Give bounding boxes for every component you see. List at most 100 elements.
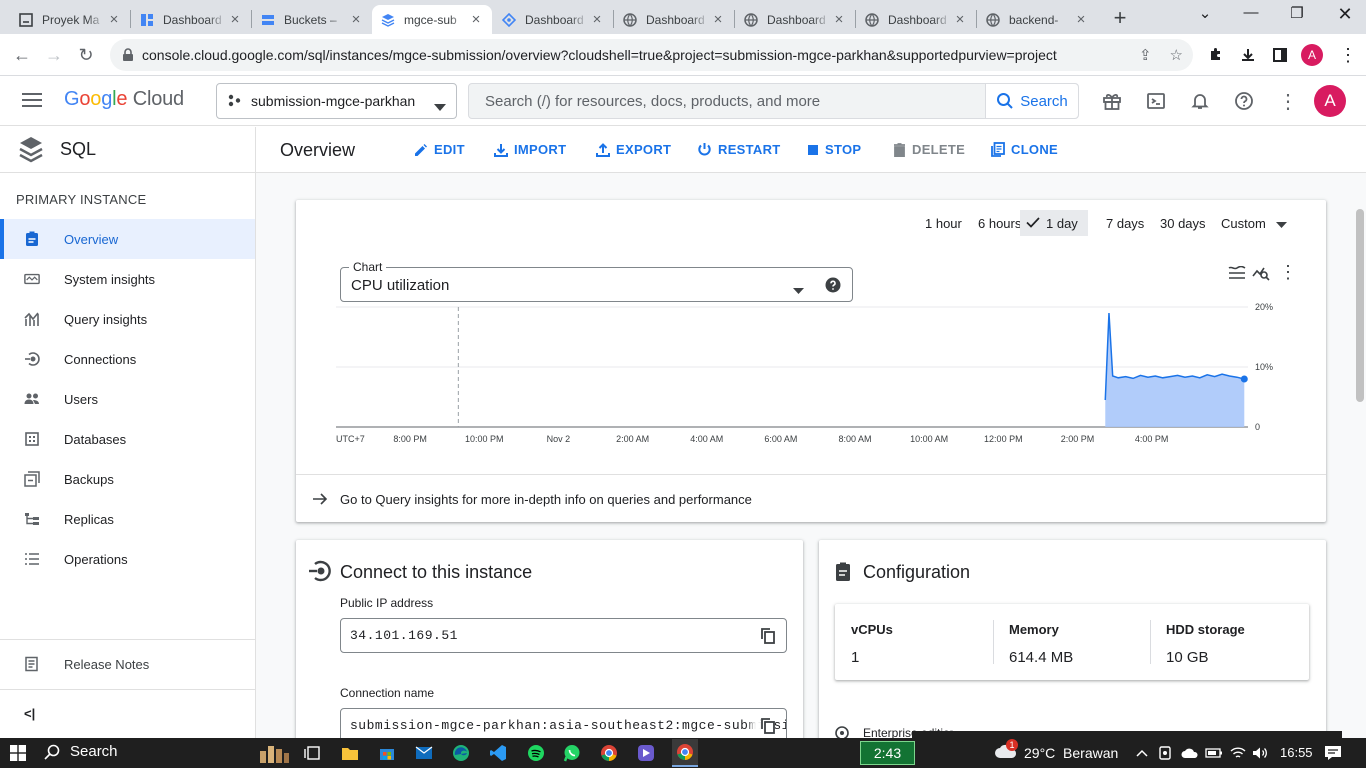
close-tab-icon[interactable]: × bbox=[227, 11, 243, 28]
file-explorer-icon[interactable] bbox=[340, 743, 360, 763]
chart-explore-icon[interactable] bbox=[1252, 265, 1270, 284]
import-button[interactable]: IMPORT bbox=[494, 142, 566, 157]
chrome-active-icon[interactable] bbox=[672, 739, 698, 767]
forward-button[interactable]: → bbox=[42, 43, 66, 67]
time-range-1-hour[interactable]: 1 hour bbox=[919, 210, 968, 236]
new-tab-button[interactable]: + bbox=[1108, 5, 1132, 31]
browser-tab[interactable]: Dashboard × bbox=[856, 5, 976, 34]
bookmark-star-icon[interactable]: ☆ bbox=[1170, 46, 1183, 64]
cloud-shell-icon[interactable] bbox=[1144, 89, 1168, 113]
browser-tab[interactable]: Buckets – × bbox=[252, 5, 372, 34]
whatsapp-icon[interactable] bbox=[562, 743, 582, 763]
chart-selector[interactable]: Chart CPU utilization bbox=[340, 260, 853, 302]
system-clock[interactable]: 16:55 bbox=[1280, 745, 1313, 760]
chevron-up-icon[interactable] bbox=[1132, 743, 1152, 763]
gift-icon[interactable] bbox=[1100, 89, 1124, 113]
ms-store-icon[interactable] bbox=[377, 743, 397, 763]
tab-search-button[interactable]: ⌄ bbox=[1190, 4, 1220, 22]
close-tab-icon[interactable]: × bbox=[831, 11, 847, 28]
edit-button[interactable]: EDIT bbox=[414, 142, 465, 157]
clone-button[interactable]: CLONE bbox=[991, 142, 1058, 157]
wifi-icon[interactable] bbox=[1228, 743, 1248, 763]
extensions-icon[interactable] bbox=[1205, 44, 1227, 66]
profile-avatar[interactable]: A bbox=[1301, 44, 1323, 66]
close-tab-icon[interactable]: × bbox=[106, 11, 122, 28]
onedrive-icon[interactable] bbox=[1180, 743, 1200, 763]
sidebar-item-databases[interactable]: Databases bbox=[0, 419, 255, 459]
chrome-icon[interactable] bbox=[599, 743, 619, 763]
taskbar-search[interactable]: Search bbox=[44, 743, 118, 760]
sidebar-item-system-insights[interactable]: System insights bbox=[0, 259, 255, 299]
browser-tab[interactable]: Dashboard × bbox=[131, 5, 251, 34]
clock-badge[interactable]: 2:43 bbox=[860, 741, 915, 765]
notifications-icon[interactable] bbox=[1188, 89, 1212, 113]
mail-icon[interactable] bbox=[414, 743, 434, 763]
chart-more-icon[interactable]: ⋮ bbox=[1279, 262, 1297, 283]
sidebar-item-replicas[interactable]: Replicas bbox=[0, 499, 255, 539]
account-avatar[interactable]: A bbox=[1314, 85, 1346, 117]
volume-icon[interactable] bbox=[1250, 743, 1270, 763]
browser-tab[interactable]: Dashboard × bbox=[614, 5, 734, 34]
download-icon[interactable] bbox=[1237, 44, 1259, 66]
back-button[interactable]: ← bbox=[10, 43, 34, 67]
collapse-sidebar-button[interactable]: <| bbox=[0, 689, 255, 738]
time-range-custom[interactable]: Custom bbox=[1215, 210, 1293, 236]
notification-center-icon[interactable] bbox=[1323, 743, 1343, 763]
chrome-menu-icon[interactable]: ⋮ bbox=[1337, 44, 1359, 66]
export-button[interactable]: EXPORT bbox=[596, 142, 671, 157]
edge-icon[interactable] bbox=[451, 743, 471, 763]
help-circle-icon[interactable] bbox=[825, 277, 841, 296]
time-range-7-days[interactable]: 7 days bbox=[1100, 210, 1150, 236]
copy-icon[interactable] bbox=[761, 628, 775, 648]
help-icon[interactable] bbox=[1232, 89, 1256, 113]
meet-now-icon[interactable] bbox=[1156, 743, 1176, 763]
google-cloud-logo[interactable]: Google Cloud bbox=[64, 88, 184, 111]
share-icon[interactable]: ⇪ bbox=[1139, 46, 1152, 64]
task-view-icon[interactable] bbox=[302, 743, 322, 763]
sidebar-item-connections[interactable]: Connections bbox=[0, 339, 255, 379]
copy-icon[interactable] bbox=[761, 718, 775, 738]
browser-tab[interactable]: Dashboard × bbox=[735, 5, 855, 34]
close-tab-icon[interactable]: × bbox=[710, 11, 726, 28]
more-vert-icon[interactable]: ⋮ bbox=[1276, 89, 1300, 113]
sidebar-item-overview[interactable]: Overview bbox=[0, 219, 255, 259]
scrollbar[interactable] bbox=[1356, 209, 1364, 402]
sidebar-item-query-insights[interactable]: Query insights bbox=[0, 299, 255, 339]
close-window-button[interactable]: ✕ bbox=[1330, 4, 1360, 25]
public-ip-field[interactable]: 34.101.169.51 bbox=[340, 618, 787, 653]
address-bar[interactable]: console.cloud.google.com/sql/instances/m… bbox=[110, 39, 1193, 71]
search-highlight-icon[interactable] bbox=[258, 743, 290, 763]
sidebar-item-backups[interactable]: Backups bbox=[0, 459, 255, 499]
app-launcher-icon[interactable] bbox=[636, 743, 656, 763]
close-tab-icon[interactable]: × bbox=[348, 11, 364, 28]
search-button[interactable]: Search bbox=[985, 84, 1078, 118]
close-tab-icon[interactable]: × bbox=[589, 11, 605, 28]
maximize-button[interactable]: ❐ bbox=[1282, 4, 1312, 22]
spotify-icon[interactable] bbox=[526, 743, 546, 763]
delete-button[interactable]: DELETE bbox=[893, 142, 965, 157]
side-panel-icon[interactable] bbox=[1269, 44, 1291, 66]
sidebar-item-users[interactable]: Users bbox=[0, 379, 255, 419]
time-range-30-days[interactable]: 30 days bbox=[1154, 210, 1212, 236]
minimize-button[interactable]: — bbox=[1236, 4, 1266, 21]
vscode-icon[interactable] bbox=[488, 743, 508, 763]
close-tab-icon[interactable]: × bbox=[1073, 11, 1089, 28]
project-picker[interactable]: submission-mgce-parkhan bbox=[216, 83, 457, 119]
query-insights-link[interactable]: Go to Query insights for more in-depth i… bbox=[296, 474, 1326, 522]
reload-button[interactable]: ↻ bbox=[74, 43, 98, 67]
browser-tab[interactable]: Proyek Ma × bbox=[10, 5, 130, 34]
close-tab-icon[interactable]: × bbox=[952, 11, 968, 28]
hamburger-menu-icon[interactable] bbox=[22, 92, 42, 111]
browser-tab[interactable]: backend- × bbox=[977, 5, 1097, 34]
stop-button[interactable]: STOP bbox=[807, 142, 861, 157]
sidebar-item-operations[interactable]: Operations bbox=[0, 539, 255, 579]
windows-start-icon[interactable] bbox=[8, 743, 28, 763]
release-notes-link[interactable]: Release Notes bbox=[0, 639, 255, 688]
weather-widget[interactable]: 1 29°C Berawan bbox=[994, 739, 1118, 762]
browser-tab[interactable]: Dashboard × bbox=[493, 5, 613, 34]
restart-button[interactable]: RESTART bbox=[697, 142, 781, 157]
battery-icon[interactable] bbox=[1204, 743, 1224, 763]
time-range-1-day[interactable]: 1 day bbox=[1020, 210, 1088, 236]
chart-settings-icon[interactable] bbox=[1228, 265, 1246, 283]
browser-tab[interactable]: mgce-sub × bbox=[372, 5, 492, 34]
